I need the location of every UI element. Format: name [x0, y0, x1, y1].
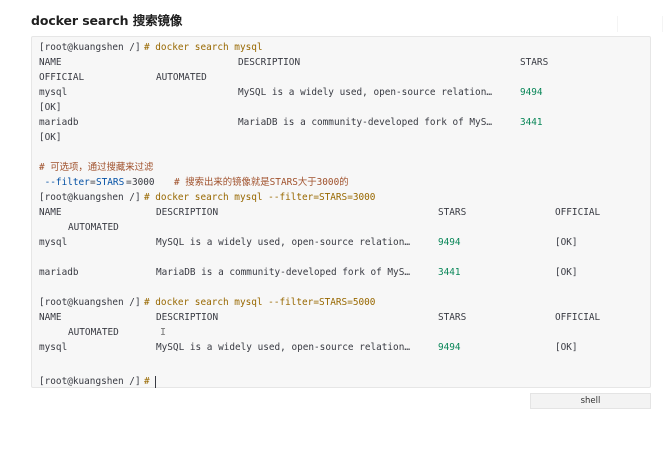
- col-header-official: OFFICIAL: [555, 312, 601, 323]
- result-description: MySQL is a widely used, open-source rela…: [238, 87, 492, 98]
- code-line-6: mariadb MariaDB is a community-developed…: [39, 115, 639, 130]
- ibeam-cursor-icon: Ι: [160, 327, 167, 338]
- result-name: mariadb: [39, 117, 79, 128]
- col-header-official: OFFICIAL: [555, 207, 601, 218]
- filter-flag: --filter: [39, 177, 90, 188]
- code-line-13: AUTOMATED: [39, 220, 639, 235]
- result-description: MySQL is a widely used, open-source rela…: [156, 342, 410, 353]
- col-header-official: OFFICIAL: [39, 72, 85, 83]
- section-heading: docker search 搜索镜像: [31, 13, 183, 28]
- col-header-name: NAME: [39, 312, 62, 323]
- code-language-selector[interactable]: shell: [530, 393, 651, 409]
- code-line-5: [OK]: [39, 100, 639, 115]
- result-name: mysql: [39, 87, 68, 98]
- text-cursor: [152, 374, 156, 389]
- shell-prompt: [root@kuangshen /]: [39, 376, 141, 387]
- code-line-11: [root@kuangshen /] # docker search mysql…: [39, 190, 639, 205]
- code-line-18: [root@kuangshen /] # docker search mysql…: [39, 295, 639, 310]
- result-name: mysql: [39, 237, 68, 248]
- shell-command: # docker search mysql: [144, 42, 263, 53]
- col-header-stars: STARS: [438, 207, 467, 218]
- filter-equals: =: [90, 177, 96, 188]
- code-line-14: mysql MySQL is a widely used, open-sourc…: [39, 235, 639, 250]
- code-line-2: NAME DESCRIPTION STARS: [39, 55, 639, 70]
- col-header-automated: AUTOMATED: [68, 327, 119, 338]
- result-name: mariadb: [39, 267, 79, 278]
- col-header-automated: AUTOMATED: [68, 222, 119, 233]
- shell-command: # docker search mysql --filter=STARS=300…: [144, 192, 376, 203]
- code-line-3: OFFICIAL AUTOMATED: [39, 70, 639, 85]
- col-header-description: DESCRIPTION: [156, 207, 219, 218]
- result-stars: 9494: [438, 237, 461, 248]
- col-header-name: NAME: [39, 207, 62, 218]
- result-description: MySQL is a widely used, open-source rela…: [156, 237, 410, 248]
- col-header-description: DESCRIPTION: [238, 57, 301, 68]
- col-header-stars: STARS: [520, 57, 549, 68]
- result-stars: 9494: [438, 342, 461, 353]
- code-line-1: [root@kuangshen /] # docker search mysql: [39, 40, 639, 55]
- code-line-19: NAME DESCRIPTION STARS OFFICIAL: [39, 310, 639, 325]
- shell-command: # docker search mysql --filter=STARS=500…: [144, 297, 376, 308]
- shell-command: #: [144, 376, 150, 387]
- shell-comment: # 可选项，通过搜藏来过滤: [39, 162, 154, 173]
- code-line-23: [root@kuangshen /] #: [39, 374, 639, 389]
- shell-prompt: [root@kuangshen /]: [39, 192, 141, 203]
- result-official: [OK]: [555, 237, 578, 248]
- shell-prompt: [root@kuangshen /]: [39, 42, 141, 53]
- code-line-9: # 可选项，通过搜藏来过滤: [39, 160, 639, 175]
- result-stars: 3441: [520, 117, 543, 128]
- col-header-description: DESCRIPTION: [156, 312, 219, 323]
- code-line-10: --filter = STARS = 3000 # 搜索出来的镜像就是STARS…: [39, 175, 639, 190]
- result-official: [OK]: [555, 342, 578, 353]
- toolbar-hint: [617, 16, 663, 32]
- col-header-stars: STARS: [438, 312, 467, 323]
- code-line-20: AUTOMATED: [39, 325, 639, 340]
- code-line-4: mysql MySQL is a widely used, open-sourc…: [39, 85, 639, 100]
- filter-key: STARS: [96, 177, 125, 188]
- result-name: mysql: [39, 342, 68, 353]
- result-official: [OK]: [555, 267, 578, 278]
- result-stars: 3441: [438, 267, 461, 278]
- code-line-12: NAME DESCRIPTION STARS OFFICIAL: [39, 205, 639, 220]
- result-description: MariaDB is a community-developed fork of…: [238, 117, 492, 128]
- result-description: MariaDB is a community-developed fork of…: [156, 267, 410, 278]
- code-line-21: mysql MySQL is a widely used, open-sourc…: [39, 340, 639, 355]
- col-header-automated: AUTOMATED: [156, 72, 207, 83]
- result-stars: 9494: [520, 87, 543, 98]
- code-line-7: [OK]: [39, 130, 639, 145]
- filter-equals: =: [126, 177, 132, 188]
- shell-prompt: [root@kuangshen /]: [39, 297, 141, 308]
- code-block[interactable]: [root@kuangshen /] # docker search mysql…: [31, 36, 651, 388]
- filter-value: 3000: [132, 177, 155, 188]
- code-line-16: mariadb MariaDB is a community-developed…: [39, 265, 639, 280]
- result-official: [OK]: [39, 132, 62, 143]
- shell-comment: # 搜索出来的镜像就是STARS大于3000的: [174, 177, 349, 188]
- col-header-name: NAME: [39, 57, 62, 68]
- result-official: [OK]: [39, 102, 62, 113]
